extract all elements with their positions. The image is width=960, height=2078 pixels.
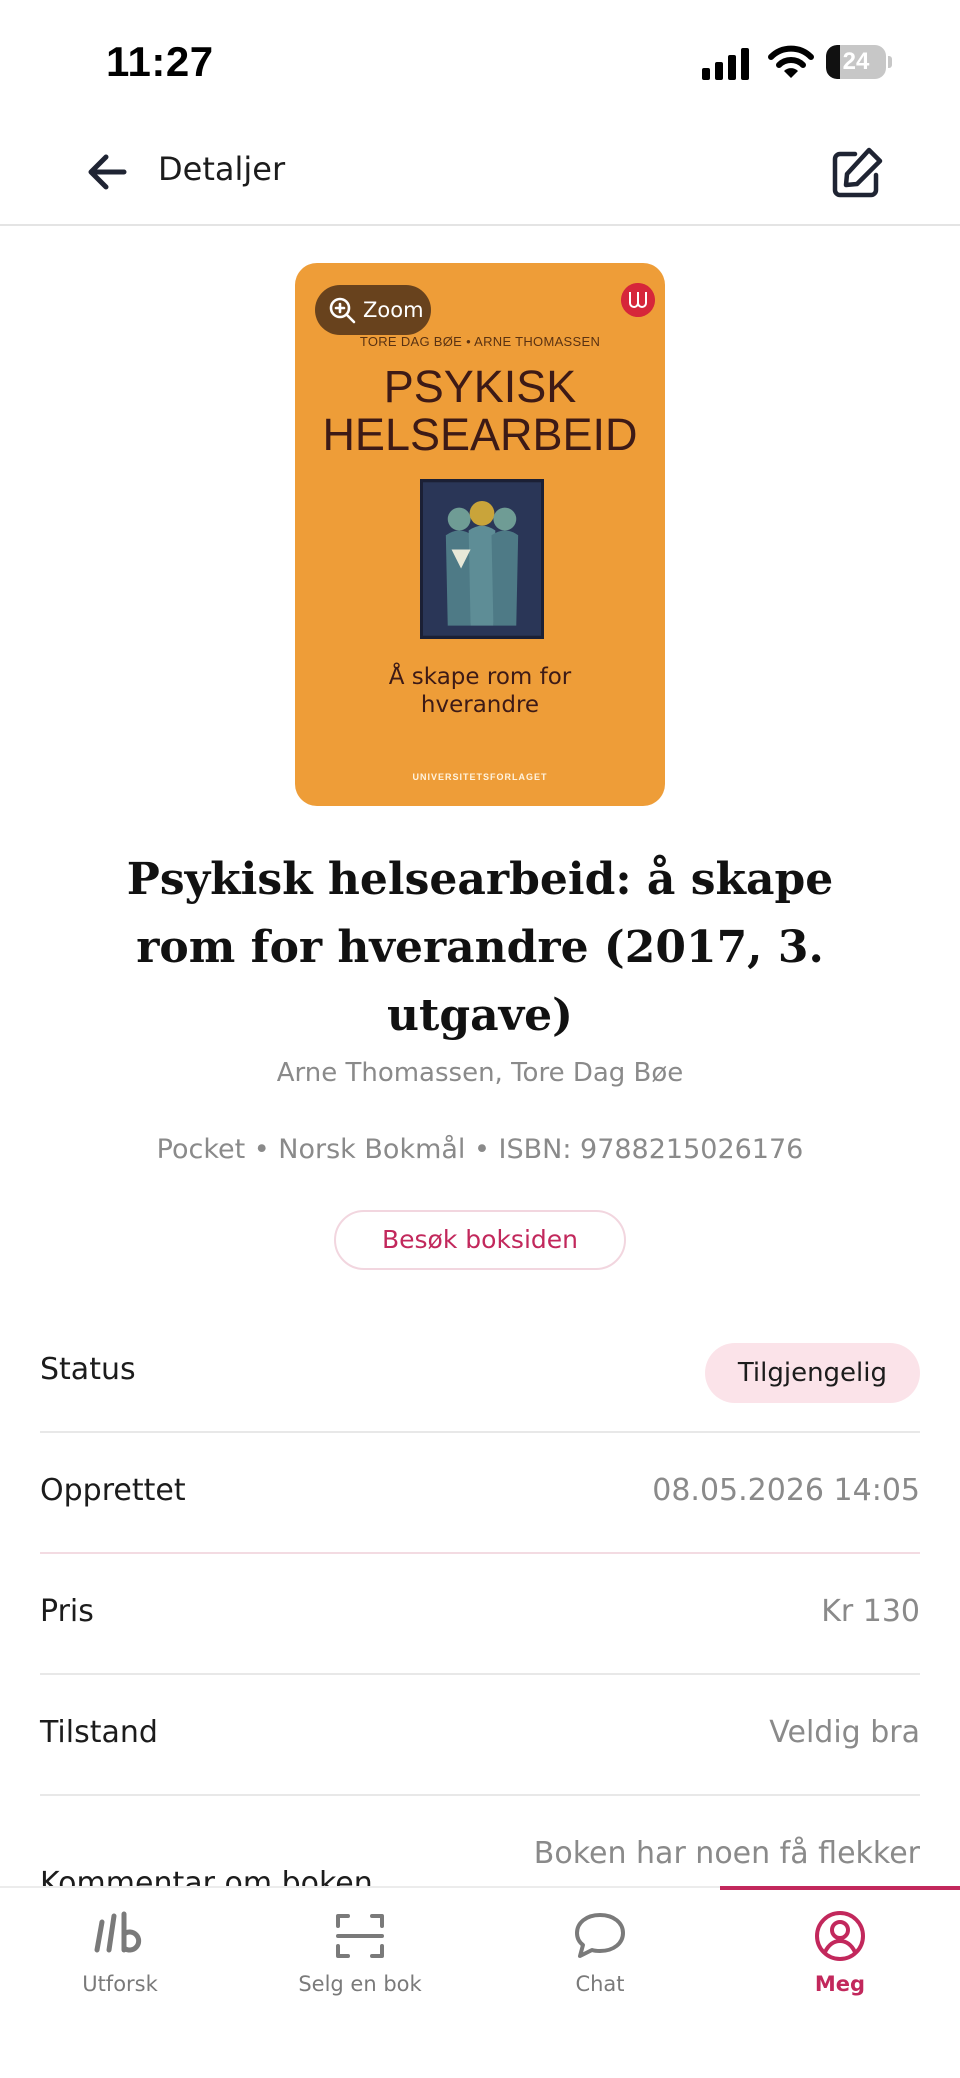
- chat-bubble-icon: [575, 1913, 625, 1958]
- detail-label: Status: [40, 1352, 136, 1387]
- tab-label: Meg: [814, 1972, 866, 1996]
- tab-label: Utforsk: [82, 1972, 158, 1996]
- bottom-tab-bar: Utforsk Selg en bok Chat Meg: [0, 1886, 960, 2078]
- logo-icon: [94, 1911, 142, 1953]
- visit-book-page-button[interactable]: Besøk boksiden: [334, 1210, 626, 1270]
- detail-label: Opprettet: [40, 1473, 186, 1508]
- book-authors: Arne Thomassen, Tore Dag Bøe: [276, 1058, 684, 1088]
- cover-authors: TORE DAG BØE • ARNE THOMASSEN: [359, 334, 601, 349]
- zoom-button[interactable]: Zoom: [315, 285, 431, 335]
- wifi-icon: [768, 45, 814, 78]
- cover-subtitle-line: hverandre: [420, 692, 540, 718]
- detail-value: Kr 130: [821, 1594, 920, 1629]
- cover-subtitle-line: Å skape rom for: [388, 664, 572, 690]
- detail-row-price: Pris Kr 130: [40, 1554, 920, 1675]
- status-time: 11:27: [106, 38, 214, 85]
- page-title: Detaljer: [158, 150, 286, 188]
- detail-value: Veldig bra: [769, 1715, 920, 1750]
- cover-title-line: PSYKISK: [383, 361, 577, 412]
- tab-label: Selg en bok: [298, 1972, 422, 1996]
- book-title: Psykisk helsearbeid: å skape rom for hve…: [126, 854, 834, 1041]
- detail-label: Tilstand: [40, 1715, 158, 1750]
- detail-row-condition: Tilstand Veldig bra: [40, 1675, 920, 1796]
- tab-meg[interactable]: Meg: [720, 1888, 960, 2018]
- tab-label: Chat: [575, 1972, 625, 1996]
- scan-icon: [336, 1914, 384, 1958]
- cover-title-line: HELSEARBEID: [322, 409, 638, 460]
- profile-icon: [815, 1911, 865, 1961]
- cover-subtitle: Å skape rom for hverandre: [295, 663, 665, 719]
- tab-utforsk[interactable]: Utforsk: [0, 1888, 240, 2018]
- top-app-bar: Detaljer: [0, 120, 960, 226]
- zoom-label: Zoom: [363, 298, 424, 322]
- battery-icon: 24: [826, 45, 892, 79]
- book-cover-image[interactable]: TORE DAG BØE • ARNE THOMASSEN PSYKISK HE…: [295, 263, 665, 806]
- cellular-signal-icon: [702, 48, 749, 80]
- cover-publisher: UNIVERSITETSFORLAGET: [412, 772, 548, 782]
- zoom-in-icon: [329, 297, 356, 324]
- detail-value: Boken har noen få flekker: [533, 1836, 920, 1871]
- detail-label: Kommentar om boken: [40, 1866, 373, 1886]
- cover-artwork: [420, 479, 544, 639]
- detail-row-created: Opprettet 08.05.2026 14:05: [40, 1433, 920, 1554]
- battery-level: 24: [842, 48, 870, 75]
- details-list: Status Tilgjengelig Opprettet 08.05.2026…: [40, 1312, 920, 1796]
- publisher-logo-icon: [621, 283, 655, 317]
- detail-row-status: Status Tilgjengelig: [40, 1312, 920, 1433]
- arrow-left-icon[interactable]: [80, 144, 136, 200]
- detail-row-comment: Kommentar om boken Boken har noen få fle…: [40, 1826, 920, 1886]
- edit-icon[interactable]: [826, 144, 886, 204]
- detail-label: Pris: [40, 1594, 94, 1629]
- cover-title: PSYKISK HELSEARBEID: [295, 363, 665, 459]
- tab-chat[interactable]: Chat: [480, 1888, 720, 2018]
- detail-value: 08.05.2026 14:05: [652, 1473, 920, 1508]
- status-badge: Tilgjengelig: [704, 1343, 920, 1403]
- book-meta: Pocket • Norsk Bokmål • ISBN: 9788215026…: [156, 1134, 804, 1165]
- tab-selg-en-bok[interactable]: Selg en bok: [240, 1888, 480, 2018]
- status-bar: 11:27 24: [0, 0, 960, 120]
